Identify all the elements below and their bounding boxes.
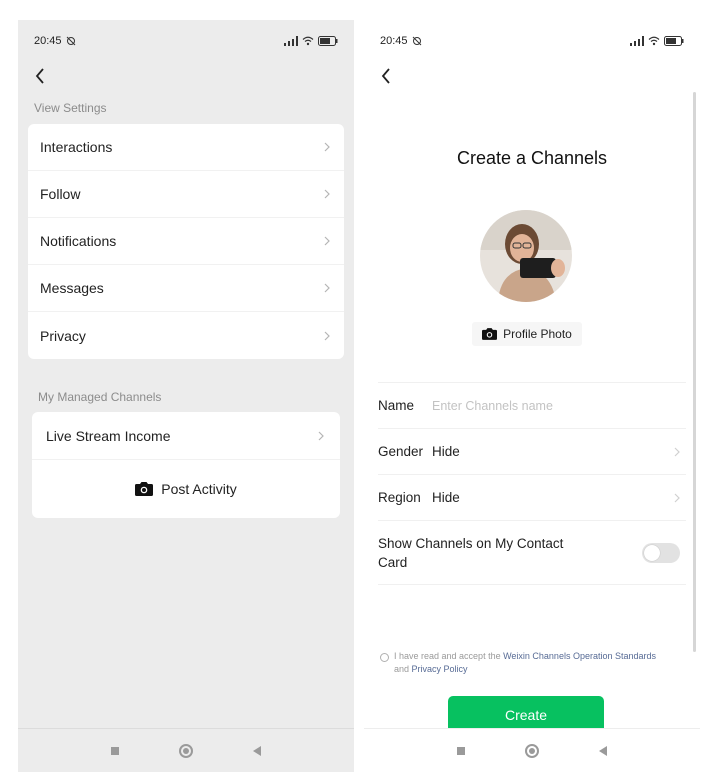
settings-item-label: Follow — [40, 186, 81, 202]
camera-icon — [135, 482, 154, 496]
status-bar: 20:45 — [18, 20, 354, 62]
show-on-card-row: Show Channels on My Contact Card — [378, 521, 686, 585]
privacy-policy-link[interactable]: Privacy Policy — [412, 664, 468, 674]
battery-icon — [664, 36, 684, 46]
wifi-icon — [648, 36, 660, 46]
settings-item-interactions[interactable]: Interactions — [28, 124, 344, 171]
view-settings-label: View Settings — [34, 101, 107, 115]
system-nav-bar — [364, 728, 700, 772]
system-nav-bar — [18, 728, 354, 772]
wifi-icon — [302, 36, 314, 46]
status-time: 20:45 — [380, 35, 408, 47]
agree-checkbox[interactable] — [380, 653, 389, 662]
gender-value: Hide — [432, 444, 460, 459]
channel-form: Name Enter Channels name Gender Hide Reg… — [378, 382, 686, 585]
back-button[interactable] — [28, 64, 52, 88]
settings-item-label: Messages — [40, 280, 104, 296]
settings-item-privacy[interactable]: Privacy — [28, 312, 344, 359]
battery-icon — [318, 36, 338, 46]
profile-avatar[interactable] — [480, 210, 572, 302]
managed-channels-label: My Managed Channels — [38, 390, 162, 404]
settings-item-label: Notifications — [40, 233, 117, 249]
alarm-off-icon — [412, 36, 422, 46]
signal-icon — [284, 36, 298, 46]
post-activity-button[interactable]: Post Activity — [32, 460, 340, 518]
gender-row[interactable]: Gender Hide — [378, 429, 686, 475]
region-row[interactable]: Region Hide — [378, 475, 686, 521]
chevron-right-icon — [324, 283, 330, 293]
show-on-card-label: Show Channels on My Contact Card — [378, 535, 564, 570]
chevron-right-icon — [324, 331, 330, 340]
profile-photo-button[interactable]: Profile Photo — [472, 322, 582, 346]
chevron-right-icon — [324, 189, 330, 199]
settings-item-messages[interactable]: Messages — [28, 265, 344, 312]
live-stream-income-label: Live Stream Income — [46, 427, 171, 444]
system-back-button[interactable] — [253, 745, 261, 756]
chevron-right-icon — [324, 142, 330, 152]
page-title: Create a Channels — [456, 148, 608, 168]
recents-button[interactable] — [457, 746, 465, 755]
region-value: Hide — [432, 490, 460, 505]
gender-label: Gender — [378, 444, 424, 459]
view-settings-card: Interactions Follow Notifications Messag… — [28, 124, 344, 359]
settings-item-label: Privacy — [40, 327, 86, 344]
system-back-button[interactable] — [599, 745, 607, 756]
camera-icon — [482, 328, 498, 340]
agree-prefix: I have read and accept the — [394, 651, 504, 661]
live-stream-income-item[interactable]: Live Stream Income — [32, 412, 340, 460]
region-label: Region — [378, 490, 421, 505]
back-arrow-icon — [381, 68, 390, 84]
managed-channels-card: Live Stream Income Post Activity — [32, 412, 340, 518]
show-on-card-toggle[interactable] — [642, 542, 680, 563]
name-input[interactable]: Enter Channels name — [432, 399, 686, 413]
settings-item-notifications[interactable]: Notifications — [28, 218, 344, 265]
chevron-right-icon — [674, 447, 680, 456]
signal-icon — [630, 36, 644, 46]
chevron-right-icon — [674, 493, 680, 502]
operation-standards-link[interactable]: Weixin Channels Operation Standards — [503, 651, 656, 661]
create-channels-screen: 20:45 Create a Channels Profile Photo Na… — [364, 20, 700, 772]
chevron-right-icon — [318, 431, 324, 440]
settings-item-label: Interactions — [40, 139, 113, 155]
status-bar: 20:45 — [364, 20, 700, 62]
home-button[interactable] — [525, 743, 539, 758]
agreement: I have read and accept the Weixin Channe… — [380, 650, 670, 676]
scrollbar[interactable] — [693, 92, 696, 652]
settings-screen: 20:45 View Settings Interactions Follow … — [18, 20, 354, 772]
agree-and: and — [394, 664, 412, 674]
name-label: Name — [378, 398, 415, 413]
back-button[interactable] — [374, 64, 398, 88]
name-row[interactable]: Name Enter Channels name — [378, 383, 686, 429]
agreement-text: I have read and accept the Weixin Channe… — [394, 650, 670, 676]
post-activity-label: Post Activity — [161, 481, 237, 497]
settings-item-follow[interactable]: Follow — [28, 171, 344, 218]
profile-photo-label: Profile Photo — [503, 327, 572, 341]
back-arrow-icon — [35, 68, 44, 84]
status-time: 20:45 — [34, 35, 62, 47]
chevron-right-icon — [324, 236, 330, 246]
home-button[interactable] — [179, 743, 193, 758]
recents-button[interactable] — [111, 746, 119, 755]
alarm-off-icon — [66, 36, 76, 46]
